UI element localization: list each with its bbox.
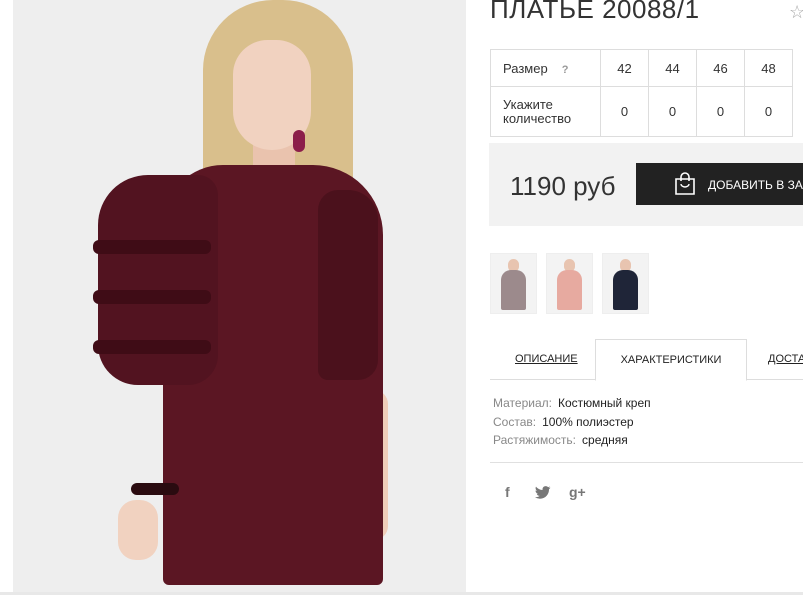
thumbnail-navy[interactable]	[602, 253, 649, 314]
quantity-input-44[interactable]: 0	[648, 86, 697, 137]
size-label-cell: Размер?	[490, 49, 601, 87]
star-outline-icon[interactable]: ☆	[789, 2, 803, 23]
tab-delivery[interactable]: ДОСТАВКА	[768, 339, 803, 379]
characteristic-key: Состав:	[493, 414, 537, 429]
quantity-input-48[interactable]: 0	[744, 86, 793, 137]
product-photo[interactable]	[13, 0, 466, 595]
characteristic-row: Состав: 100% полиэстер	[493, 413, 651, 432]
earring	[293, 130, 305, 152]
thumbnail-pink[interactable]	[546, 253, 593, 314]
divider	[490, 462, 803, 463]
sleeve-ruffle	[93, 240, 211, 254]
dress-sleeve-right	[318, 190, 378, 380]
characteristic-value: Костюмный креп	[557, 396, 651, 410]
characteristic-row: Материал: Костюмный креп	[493, 394, 651, 413]
quantity-label: Укажите количество	[490, 86, 601, 137]
facebook-icon[interactable]: f	[505, 484, 510, 500]
characteristic-key: Материал:	[493, 396, 552, 410]
quantity-input-46[interactable]: 0	[696, 86, 745, 137]
size-label: Размер	[503, 60, 548, 76]
thumbnail-burgundy[interactable]	[490, 253, 537, 314]
tab-description[interactable]: ОПИСАНИЕ	[515, 339, 578, 379]
product-tabs: ОПИСАНИЕ ХАРАКТЕРИСТИКИ ДОСТАВКА	[490, 339, 803, 381]
size-table: Размер? 42 44 46 48 Укажите количество 0…	[490, 49, 793, 137]
characteristic-value: средняя	[582, 433, 628, 447]
characteristic-row: Растяжимость: средняя	[493, 431, 651, 450]
tab-characteristics[interactable]: ХАРАКТЕРИСТИКИ	[595, 339, 747, 381]
help-icon[interactable]: ?	[562, 64, 569, 76]
characteristic-key: Растяжимость:	[493, 433, 577, 447]
characteristic-value: 100% полиэстер	[542, 414, 634, 429]
thumbnail-dress	[613, 270, 638, 310]
price: 1190 руб	[510, 171, 616, 201]
size-44: 44	[648, 49, 697, 87]
thumbnail-dress	[501, 270, 526, 310]
sleeve-ruffle	[93, 290, 211, 304]
characteristics-list: Материал: Костюмный креп Состав: 100% поли…	[493, 394, 651, 450]
add-to-order-label: ДОБАВИТЬ В ЗАКАЗ	[708, 178, 803, 192]
add-to-order-button[interactable]: ДОБАВИТЬ В ЗАКАЗ	[636, 163, 803, 205]
google-plus-icon[interactable]: g+	[569, 484, 586, 500]
sleeve-ruffle	[93, 340, 211, 354]
quantity-input-42[interactable]: 0	[600, 86, 649, 137]
size-46: 46	[696, 49, 745, 87]
product-title: ПЛАТЬЕ 20088/1	[490, 0, 700, 24]
price-panel: 1190 руб ДОБАВИТЬ В ЗАКАЗ	[489, 143, 803, 226]
twitter-icon[interactable]	[535, 486, 551, 499]
bracelet	[131, 483, 179, 495]
thumbnail-dress	[557, 270, 582, 310]
size-48: 48	[744, 49, 793, 87]
model-hand	[118, 500, 158, 560]
shopping-bag-icon	[675, 172, 695, 195]
size-42: 42	[600, 49, 649, 87]
